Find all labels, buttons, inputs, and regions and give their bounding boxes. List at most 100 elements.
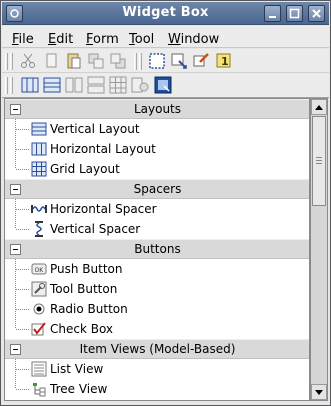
widget-item-horizontal-layout[interactable]: Horizontal Layout xyxy=(5,139,309,159)
arrow-up-icon xyxy=(315,105,323,110)
widget-box-window: Widget Box File Edit Form Tool Window 1 xyxy=(0,0,331,406)
send-back-icon[interactable] xyxy=(109,52,127,70)
widget-item-tool-button[interactable]: Tool Button xyxy=(5,279,309,299)
widget-item-grid-layout[interactable]: Grid Layout xyxy=(5,159,309,179)
widget-item-label: List View xyxy=(50,362,104,376)
cut-icon[interactable] xyxy=(19,52,37,70)
layout-horizontal-icon[interactable] xyxy=(21,76,39,94)
menu-tool[interactable]: Tool xyxy=(129,32,154,47)
tree-branch-line xyxy=(15,379,16,389)
vertical-spacer-icon xyxy=(31,221,47,237)
category-spacers[interactable]: Spacers xyxy=(5,179,309,199)
widget-item-label: Vertical Layout xyxy=(50,122,140,136)
break-layout-icon[interactable] xyxy=(131,76,149,94)
toolbar-grip[interactable] xyxy=(139,53,142,70)
tree-branch-line xyxy=(15,219,16,229)
widget-item-label: Push Button xyxy=(50,262,123,276)
menu-file[interactable]: File xyxy=(12,32,34,47)
menu-form[interactable]: Form xyxy=(86,32,119,47)
close-icon xyxy=(312,9,321,18)
tree-branch-line xyxy=(16,129,30,130)
bring-front-icon[interactable] xyxy=(87,52,105,70)
tree-branch-line xyxy=(16,389,30,390)
layout-toolbar xyxy=(2,73,329,98)
toolbar-grip[interactable] xyxy=(10,77,13,94)
paste-icon[interactable] xyxy=(65,52,83,70)
push-button-icon: OK xyxy=(31,261,47,277)
minimize-button[interactable] xyxy=(264,5,281,22)
vertical-layout-icon xyxy=(31,121,47,137)
widget-tree[interactable]: Layouts Vertical Layout Horizontal Layout G… xyxy=(4,98,310,401)
widget-item-push-button[interactable]: OK Push Button xyxy=(5,259,309,279)
widget-item-tree-view[interactable]: Tree View xyxy=(5,379,309,399)
close-button[interactable] xyxy=(308,5,325,22)
category-buttons[interactable]: Buttons xyxy=(5,239,309,259)
maximize-icon xyxy=(289,8,300,19)
edit-buddies-icon[interactable] xyxy=(192,52,210,70)
widget-item-label: Horizontal Spacer xyxy=(50,202,157,216)
widget-item-label: Tool Button xyxy=(50,282,118,296)
tree-branch-line xyxy=(16,149,30,150)
category-item-views-model-based[interactable]: Item Views (Model-Based) xyxy=(5,339,309,359)
edit-signals-icon[interactable] xyxy=(170,52,188,70)
category-label: Item Views (Model-Based) xyxy=(79,342,236,356)
toolbar-grip[interactable] xyxy=(10,53,13,70)
widget-item-radio-button[interactable]: Radio Button xyxy=(5,299,309,319)
tree-branch-line xyxy=(16,369,30,370)
scrollbar-thumb[interactable] xyxy=(312,116,326,206)
edit-toolbar: 1 xyxy=(2,49,329,73)
scroll-up-button[interactable] xyxy=(311,99,327,115)
widget-item-label: Horizontal Layout xyxy=(50,142,156,156)
grid-layout-icon xyxy=(31,161,47,177)
maximize-button[interactable] xyxy=(286,5,303,22)
copy-icon[interactable] xyxy=(43,52,61,70)
vertical-scrollbar[interactable] xyxy=(310,98,328,401)
radio-button-icon xyxy=(31,301,47,317)
layout-grid-icon[interactable] xyxy=(109,76,127,94)
layout-vertical-icon[interactable] xyxy=(43,76,61,94)
check-box-icon xyxy=(31,321,47,337)
minimize-icon xyxy=(269,16,276,18)
layout-horizontal-splitter-icon[interactable] xyxy=(65,76,83,94)
menu-bar: File Edit Form Tool Window xyxy=(2,26,329,48)
toolbar-grip[interactable] xyxy=(5,77,8,94)
widget-item-check-box[interactable]: Check Box xyxy=(5,319,309,339)
arrow-down-icon xyxy=(315,390,323,395)
scroll-down-button[interactable] xyxy=(311,384,327,400)
widget-item-horizontal-spacer[interactable]: Horizontal Spacer xyxy=(5,199,309,219)
layout-vertical-splitter-icon[interactable] xyxy=(87,76,105,94)
category-label: Spacers xyxy=(133,182,182,196)
tree-branch-line xyxy=(15,319,16,329)
toolbar-grip[interactable] xyxy=(5,53,8,70)
tree-branch-line xyxy=(16,229,30,230)
widget-item-label: Grid Layout xyxy=(50,162,120,176)
svg-text:OK: OK xyxy=(35,267,45,274)
tree-branch-line xyxy=(16,169,30,170)
category-layouts[interactable]: Layouts xyxy=(5,99,309,119)
edit-widgets-icon[interactable] xyxy=(148,52,166,70)
tree-branch-line xyxy=(16,329,30,330)
horizontal-layout-icon xyxy=(31,141,47,157)
widget-item-list-view[interactable]: List View xyxy=(5,359,309,379)
category-label: Layouts xyxy=(133,102,182,116)
widget-item-label: Check Box xyxy=(50,322,114,336)
toolbar-grip[interactable] xyxy=(134,53,137,70)
widget-item-vertical-spacer[interactable]: Vertical Spacer xyxy=(5,219,309,239)
menu-window[interactable]: Window xyxy=(168,32,219,47)
tree-branch-line xyxy=(16,309,30,310)
horizontal-spacer-icon xyxy=(31,201,47,217)
adjust-size-icon[interactable] xyxy=(154,76,172,94)
edit-tab-order-icon[interactable]: 1 xyxy=(215,52,233,70)
title-bar[interactable]: Widget Box xyxy=(2,2,329,25)
tree-branch-line xyxy=(15,159,16,169)
tree-branch-line xyxy=(16,269,30,270)
list-view-icon xyxy=(31,361,47,377)
svg-text:1: 1 xyxy=(221,55,229,68)
widget-item-label: Radio Button xyxy=(50,302,128,316)
tool-button-icon xyxy=(31,281,47,297)
menu-edit[interactable]: Edit xyxy=(48,32,73,47)
widget-item-vertical-layout[interactable]: Vertical Layout xyxy=(5,119,309,139)
category-label: Buttons xyxy=(134,242,181,256)
widget-item-label: Tree View xyxy=(50,382,108,396)
tree-branch-line xyxy=(16,289,30,290)
